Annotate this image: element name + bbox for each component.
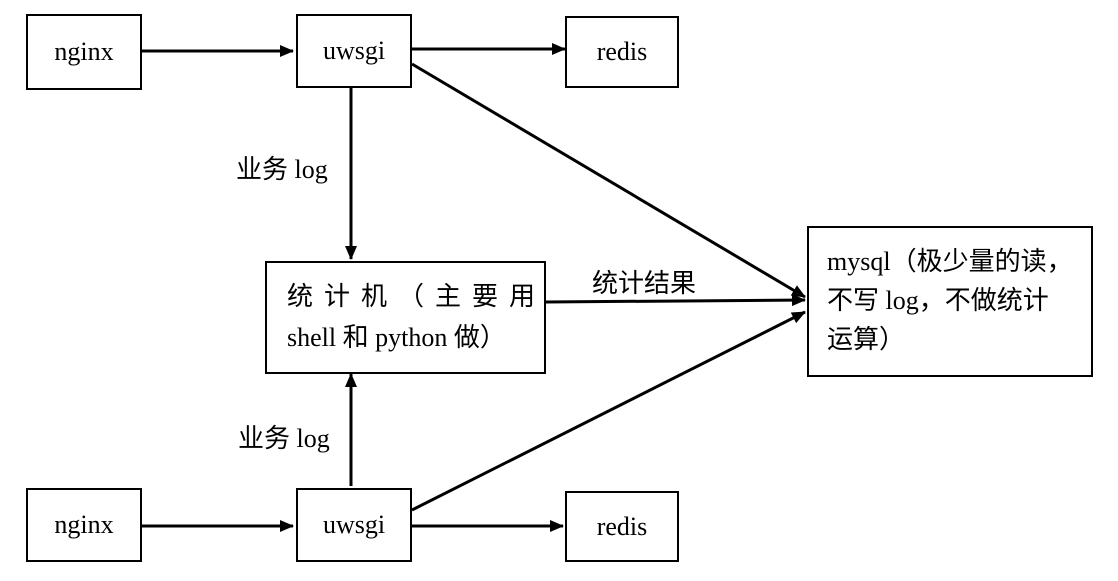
nginx-top-box: nginx — [26, 14, 142, 90]
nginx-top-label: nginx — [54, 37, 114, 67]
arrow-stats-to-mysql — [545, 294, 806, 307]
redis-top-label: redis — [596, 37, 648, 67]
redis-top-box: redis — [565, 16, 679, 88]
mysql-line-2: 不写 log，不做统计 — [827, 286, 1049, 316]
stats-machine-line-1: 统计机（主要用 — [287, 282, 547, 311]
uwsgi-bottom-label: uwsgi — [322, 510, 386, 540]
nginx-bottom-label: nginx — [54, 510, 114, 540]
uwsgi-top-label: uwsgi — [322, 36, 386, 66]
redis-bottom-label: redis — [596, 511, 648, 541]
stats-machine-line-2: shell 和 python 做） — [287, 323, 506, 353]
uwsgi-bottom-box: uwsgi — [296, 488, 412, 562]
nginx-bottom-box: nginx — [26, 488, 142, 562]
redis-bottom-box: redis — [565, 491, 679, 562]
uwsgi-top-box: uwsgi — [296, 14, 412, 88]
mysql-line-1: mysql（极少量的读， — [827, 247, 1073, 276]
mysql-line-3: 运算） — [827, 325, 906, 355]
edge-label-stats-result: 统计结果 — [592, 269, 697, 298]
mysql-box: mysql（极少量的读， 不写 log，不做统计 运算） — [807, 226, 1093, 377]
edge-label-business-log-bottom: 业务 log — [238, 424, 330, 453]
stats-machine-box: 统计机（主要用 shell 和 python 做） — [265, 261, 546, 374]
edge-label-business-log-top: 业务 log — [236, 155, 328, 184]
